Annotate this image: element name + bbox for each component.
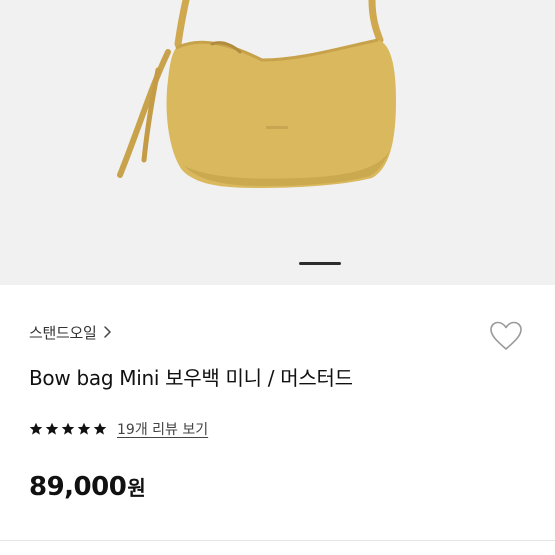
product-title: Bow bag Mini 보우백 미니 / 머스터드 xyxy=(29,366,353,390)
wishlist-button[interactable] xyxy=(486,318,526,354)
product-image-gallery[interactable] xyxy=(0,0,555,285)
rating-summary: 19개 리뷰 보기 xyxy=(29,418,208,440)
price: 89,000 원 xyxy=(29,472,146,506)
star-filled-icon xyxy=(77,422,91,435)
price-amount: 89,000 xyxy=(29,472,127,502)
heart-outline-icon xyxy=(490,321,522,350)
star-filled-icon xyxy=(29,422,43,435)
chevron-right-icon xyxy=(103,326,111,338)
gallery-pager-indicator xyxy=(299,262,341,265)
star-rating xyxy=(29,422,107,436)
brand-name: 스탠드오일 xyxy=(29,323,97,342)
star-filled-icon xyxy=(45,422,59,435)
product-image xyxy=(117,0,396,188)
star-filled-icon xyxy=(93,422,107,435)
brand-link[interactable]: 스탠드오일 xyxy=(29,321,112,343)
section-divider xyxy=(0,540,555,541)
star-filled-icon xyxy=(61,422,75,435)
price-currency: 원 xyxy=(127,476,146,500)
review-count-link[interactable]: 19개 리뷰 보기 xyxy=(117,419,208,439)
